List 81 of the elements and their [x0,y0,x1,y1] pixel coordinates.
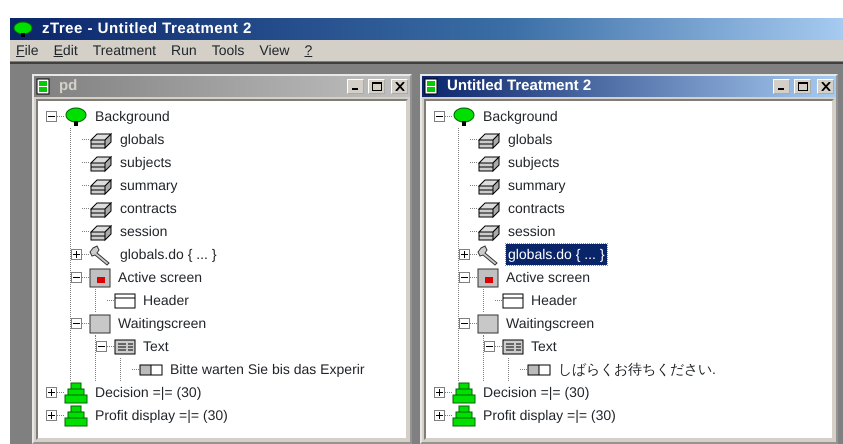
expand-icon[interactable] [46,387,57,398]
tree-icon [13,21,33,37]
collapse-icon[interactable] [434,111,445,122]
text-box-icon [502,338,524,354]
collapse-icon[interactable] [71,272,82,283]
close-icon [394,82,404,91]
tree-item[interactable]: Text [141,336,171,357]
tree-item[interactable]: Profit display =|= (30) [93,405,230,426]
expand-icon[interactable] [434,410,445,421]
close-icon [820,82,830,91]
menu-item[interactable]: Run [171,40,197,61]
menu-item[interactable]: File [16,40,39,61]
expand-icon[interactable] [434,387,445,398]
stage-icon [452,382,476,404]
menu-item[interactable]: ? [304,40,312,61]
window-title: zTree - Untitled Treatment 2 [42,18,252,39]
minimize-button[interactable] [347,79,364,94]
tree-item[interactable]: globals.do { ... } [118,244,219,265]
tree-item[interactable]: globals [118,129,166,150]
tree-item[interactable]: Text [529,336,559,357]
text-item-icon [527,364,551,376]
maximize-button[interactable] [368,79,385,94]
menu-item[interactable]: View [259,40,290,61]
expand-icon[interactable] [459,249,470,260]
tree-item[interactable]: subjects [506,152,562,173]
maximize-button[interactable] [794,79,811,94]
box-icon [89,314,111,334]
close-button[interactable] [391,79,408,94]
tree-item[interactable]: Waitingscreen [116,313,208,334]
tree-item[interactable]: Header [529,290,579,311]
collapse-icon[interactable] [46,111,57,122]
stage-icon [64,382,88,404]
tree-item[interactable]: Decision =|= (30) [93,382,204,403]
document-icon [424,78,438,95]
header-icon [502,292,524,308]
document-title: pd [59,76,78,96]
collapse-icon[interactable] [459,318,470,329]
tree-item[interactable]: Background [93,106,172,127]
menu-item[interactable]: Treatment [92,40,156,61]
tree-item[interactable]: session [506,221,558,242]
text-box-icon [114,338,136,354]
minimize-button[interactable] [773,79,790,94]
tree-icon [452,106,476,126]
tree-item[interactable]: contracts [506,198,567,219]
tree-item[interactable]: Active screen [504,267,592,288]
collapse-icon[interactable] [459,272,470,283]
tree-item[interactable]: summary [506,175,568,196]
tree-item[interactable]: Decision =|= (30) [481,382,592,403]
document-title: Untitled Treatment 2 [447,76,592,96]
tree-item[interactable]: しばらくお待ちください. [556,359,718,380]
tree-item[interactable]: globals [506,129,554,150]
text-item-icon [139,364,163,376]
expand-icon[interactable] [71,249,82,260]
maximize-icon [372,82,382,91]
tree-item[interactable]: globals.do { ... } [506,244,607,265]
tree-item[interactable]: Profit display =|= (30) [481,405,618,426]
tree-item[interactable]: subjects [118,152,174,173]
stage-icon [452,404,476,426]
screen-icon [89,268,111,288]
tree-item[interactable]: Active screen [116,267,204,288]
close-button[interactable] [817,79,834,94]
tree-item[interactable]: Background [481,106,560,127]
document-icon [36,78,50,95]
tree-item[interactable]: Header [141,290,191,311]
header-icon [114,292,136,308]
menu-item[interactable]: Tools [212,40,244,61]
stage-icon [64,404,88,426]
tree-icon [64,106,88,126]
tree-item[interactable]: session [118,221,170,242]
tree-item[interactable]: contracts [118,198,179,219]
maximize-icon [798,82,808,91]
collapse-icon[interactable] [484,341,495,352]
tree-item[interactable]: Waitingscreen [504,313,596,334]
box-icon [477,314,499,334]
collapse-icon[interactable] [96,341,107,352]
collapse-icon[interactable] [71,318,82,329]
menu-item[interactable]: Edit [54,40,78,61]
tree-item[interactable]: summary [118,175,180,196]
expand-icon[interactable] [46,410,57,421]
screen-icon [477,268,499,288]
tree-item[interactable]: Bitte warten Sie bis das Experir [168,359,367,380]
